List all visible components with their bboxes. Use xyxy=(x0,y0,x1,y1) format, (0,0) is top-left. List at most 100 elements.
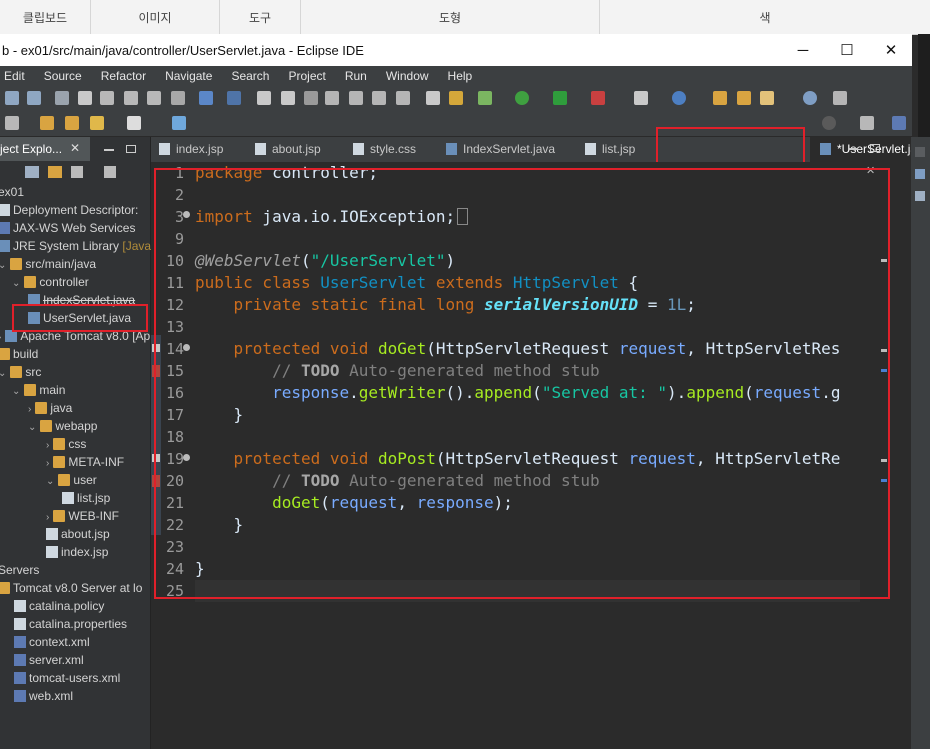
menu-navigate[interactable]: Navigate xyxy=(165,69,212,83)
open-type-icon[interactable] xyxy=(55,91,69,105)
view-menu-icon[interactable] xyxy=(104,166,116,178)
new-server-icon[interactable] xyxy=(634,91,648,105)
chevron-down-icon[interactable]: ⌄ xyxy=(12,278,20,289)
step-over-icon[interactable] xyxy=(372,91,386,105)
collapse-all-icon[interactable] xyxy=(25,166,39,178)
close-view-icon[interactable]: ✕ xyxy=(70,141,80,155)
menu-window[interactable]: Window xyxy=(386,69,429,83)
link-with-editor-icon[interactable] xyxy=(48,166,62,178)
close-window-button[interactable]: ✕ xyxy=(868,34,914,66)
tree-item[interactable]: about.jsp xyxy=(46,525,110,543)
show-whitespace-icon[interactable] xyxy=(171,91,185,105)
terminate-icon[interactable] xyxy=(304,91,318,105)
tree-item[interactable]: › WEB-INF xyxy=(46,507,119,525)
java-ee-perspective-icon[interactable] xyxy=(892,116,906,130)
tree-item[interactable]: ⌄ webapp xyxy=(28,417,97,435)
back-icon[interactable] xyxy=(90,116,104,130)
menu-search[interactable]: Search xyxy=(231,69,269,83)
tree-item[interactable]: server.xml xyxy=(14,651,84,669)
resume-icon[interactable] xyxy=(257,91,271,105)
chevron-down-icon[interactable]: ⌄ xyxy=(46,476,54,487)
ribbon-clipboard[interactable]: 클립보드 xyxy=(0,0,91,34)
step-into-icon[interactable] xyxy=(349,91,363,105)
chevron-down-icon[interactable]: ⌄ xyxy=(12,386,20,397)
chevron-right-icon[interactable]: › xyxy=(0,332,1,343)
task-list-icon[interactable] xyxy=(915,147,925,157)
chevron-down-icon[interactable]: ⌄ xyxy=(28,422,36,433)
save-all-icon[interactable] xyxy=(27,91,41,105)
open-task-icon[interactable] xyxy=(737,91,751,105)
run-coverage-icon[interactable] xyxy=(553,91,567,105)
save-icon[interactable] xyxy=(5,91,19,105)
maximize-view-icon[interactable] xyxy=(126,145,136,153)
globe-icon[interactable] xyxy=(803,91,817,105)
tree-item[interactable]: web.xml xyxy=(14,687,73,705)
tab-indexservlet-java[interactable]: IndexServlet.java xyxy=(446,137,555,162)
open-folder-icon[interactable] xyxy=(713,91,727,105)
tree-item[interactable]: index.jsp xyxy=(46,543,108,561)
chevron-right-icon[interactable]: › xyxy=(46,512,49,523)
chevron-right-icon[interactable]: › xyxy=(46,458,49,469)
tree-item[interactable]: ⌄ main xyxy=(12,381,65,399)
tree-item[interactable]: ⌄ user xyxy=(46,471,97,489)
ribbon-tools[interactable]: 도구 xyxy=(220,0,301,34)
format-icon[interactable] xyxy=(100,91,114,105)
tab-about-jsp[interactable]: about.jsp xyxy=(255,137,321,162)
tree-item[interactable]: ex01 xyxy=(0,183,24,201)
tree-item[interactable]: › META-INF xyxy=(46,453,124,471)
drop-to-frame-icon[interactable] xyxy=(426,91,440,105)
terminal-icon[interactable] xyxy=(199,91,213,105)
tree-item[interactable]: catalina.policy xyxy=(14,597,104,615)
menu-help[interactable]: Help xyxy=(448,69,473,83)
menu-source[interactable]: Source xyxy=(44,69,82,83)
tree-item[interactable]: ⌄ src xyxy=(0,363,41,381)
highlighter-icon[interactable] xyxy=(760,91,774,105)
tab-index-jsp[interactable]: index.jsp xyxy=(159,137,223,162)
new-editor-icon[interactable] xyxy=(172,116,186,130)
next-annotation-icon[interactable] xyxy=(65,116,79,130)
tree-item[interactable]: Deployment Descriptor: xyxy=(0,201,138,219)
ribbon-image[interactable]: 이미지 xyxy=(91,0,220,34)
menu-edit[interactable]: Edit xyxy=(4,69,25,83)
pin-editor-icon[interactable] xyxy=(5,116,19,130)
maximize-button[interactable]: ☐ xyxy=(824,34,870,66)
tab-style-css[interactable]: style.css xyxy=(353,137,416,162)
step-return-icon[interactable] xyxy=(396,91,410,105)
ribbon-shapes[interactable]: 도형 xyxy=(301,0,600,34)
tree-item[interactable]: list.jsp xyxy=(62,489,110,507)
tree-item[interactable]: › css xyxy=(46,435,86,453)
pen-icon[interactable] xyxy=(78,91,92,105)
skip-breakpoints-icon[interactable] xyxy=(227,91,241,105)
tree-item[interactable]: ⌄ controller xyxy=(12,273,89,291)
tab-list-jsp[interactable]: list.jsp xyxy=(585,137,635,162)
minimize-editor-icon[interactable] xyxy=(848,148,858,150)
new-class-icon[interactable] xyxy=(672,91,686,105)
open-perspective-icon[interactable] xyxy=(860,116,874,130)
chevron-down-icon[interactable]: ⌄ xyxy=(0,368,6,379)
ribbon-colors[interactable]: 색 xyxy=(600,0,930,34)
maximize-editor-icon[interactable] xyxy=(870,144,880,152)
chevron-right-icon[interactable]: › xyxy=(46,440,49,451)
chevron-right-icon[interactable]: › xyxy=(28,404,31,415)
tree-item[interactable]: build xyxy=(0,345,38,363)
quick-access-search-icon[interactable] xyxy=(822,116,836,130)
forward-icon[interactable] xyxy=(127,116,141,130)
use-step-filters-icon[interactable] xyxy=(449,91,463,105)
debug-icon[interactable] xyxy=(478,91,492,105)
minimize-button[interactable]: ─ xyxy=(780,34,826,66)
minimize-view-icon[interactable] xyxy=(104,149,114,151)
tree-item[interactable]: catalina.properties xyxy=(14,615,127,633)
menu-project[interactable]: Project xyxy=(288,69,325,83)
run-icon[interactable] xyxy=(515,91,529,105)
tree-item[interactable]: context.xml xyxy=(14,633,90,651)
outline-view-icon[interactable] xyxy=(915,169,925,179)
external-tools-icon[interactable] xyxy=(591,91,605,105)
hierarchy-icon[interactable] xyxy=(915,191,925,201)
open-resource-icon[interactable] xyxy=(124,91,138,105)
tree-item[interactable]: JRE System Library [Java xyxy=(0,237,151,255)
prev-annotation-icon[interactable] xyxy=(40,116,54,130)
outline-icon[interactable] xyxy=(147,91,161,105)
menu-refactor[interactable]: Refactor xyxy=(101,69,146,83)
tree-item[interactable]: tomcat-users.xml xyxy=(14,669,120,687)
tree-item[interactable]: ⌄ src/main/java xyxy=(0,255,96,273)
